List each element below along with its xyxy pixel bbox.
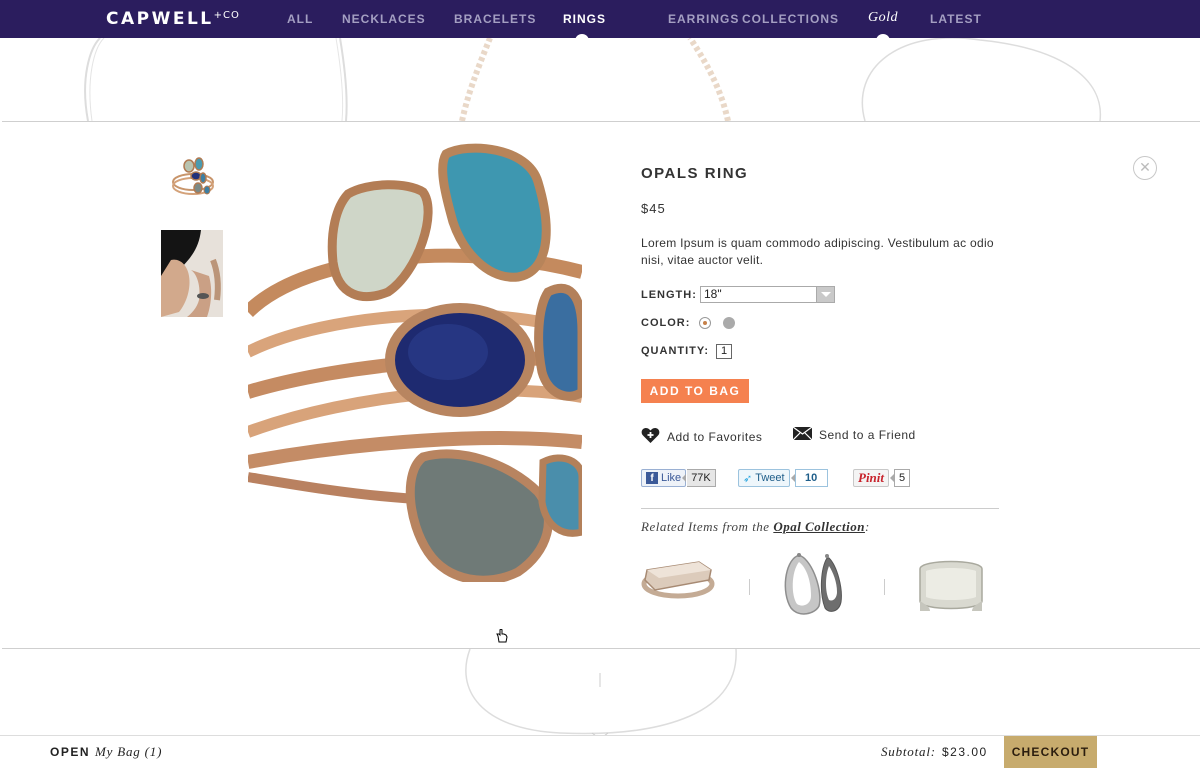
length-label: LENGTH: bbox=[641, 289, 697, 301]
length-select-value: 18" bbox=[704, 287, 722, 301]
product-quick-view: ✕ OPALS RING $45 Lorem Ipsum is quam com… bbox=[2, 121, 1200, 649]
related-suffix: : bbox=[864, 519, 870, 534]
pinterest-count: 5 bbox=[889, 469, 911, 487]
product-grid-background bbox=[0, 38, 1200, 121]
brand-suffix: +CO bbox=[213, 10, 240, 21]
product-title: OPALS RING bbox=[641, 165, 749, 182]
related-prefix: Related Items from the bbox=[641, 519, 774, 534]
page: CAPWELL+CO ALL NECKLACES BRACELETS RINGS… bbox=[0, 0, 1200, 768]
send-to-friend-link[interactable]: Send to a Friend bbox=[792, 426, 916, 443]
open-bag-button[interactable]: OPEN bbox=[50, 745, 90, 759]
facebook-icon: f bbox=[646, 472, 658, 484]
related-separator bbox=[884, 579, 885, 595]
envelope-icon bbox=[792, 426, 813, 443]
pinterest[interactable]: Pinit 5 bbox=[853, 468, 911, 488]
nav-item-rings[interactable]: RINGS bbox=[563, 12, 606, 26]
brand-logo[interactable]: CAPWELL+CO bbox=[106, 9, 240, 29]
product-grid-background-bottom bbox=[0, 649, 1200, 735]
tweet[interactable]: ➶ Tweet 10 bbox=[738, 468, 828, 488]
quantity-input[interactable]: 1 bbox=[716, 344, 732, 359]
related-items-heading: Related Items from the Opal Collection: bbox=[641, 519, 870, 535]
related-item-cuff[interactable] bbox=[916, 555, 986, 620]
quantity-label: QUANTITY: bbox=[641, 345, 710, 357]
pinterest-button[interactable]: Pinit bbox=[853, 469, 890, 487]
color-swatch-gold[interactable] bbox=[699, 317, 711, 329]
checkout-button[interactable]: CHECKOUT bbox=[1004, 736, 1097, 768]
heart-plus-icon bbox=[641, 427, 660, 447]
length-select[interactable]: 18" bbox=[700, 286, 835, 303]
necklace-image bbox=[465, 649, 737, 735]
nav-item-collections[interactable]: COLLECTIONS bbox=[742, 12, 839, 26]
product-main-image bbox=[248, 132, 582, 582]
related-separator bbox=[749, 579, 750, 595]
my-bag-label[interactable]: My Bag (1) bbox=[95, 744, 162, 760]
related-item-signet-ring[interactable] bbox=[641, 552, 715, 607]
nav-item-gold[interactable]: Gold bbox=[868, 10, 898, 26]
add-to-bag-button[interactable]: ADD TO BAG bbox=[641, 379, 749, 403]
nav-item-necklaces[interactable]: NECKLACES bbox=[342, 12, 426, 26]
top-nav: CAPWELL+CO ALL NECKLACES BRACELETS RINGS… bbox=[0, 0, 1200, 41]
add-to-favorites-label: Add to Favorites bbox=[667, 430, 763, 444]
thumbnail-ring[interactable] bbox=[162, 152, 224, 208]
nav-item-latest[interactable]: LATEST bbox=[930, 12, 982, 26]
tweet-label: Tweet bbox=[755, 472, 785, 484]
brand-name: CAPWELL bbox=[106, 9, 214, 29]
subtotal-label: Subtotal: bbox=[881, 744, 936, 759]
thumbnail-model[interactable] bbox=[161, 230, 223, 317]
subtotal-value: $23.00 bbox=[942, 745, 988, 759]
color-label: COLOR: bbox=[641, 317, 691, 329]
divider bbox=[641, 508, 999, 509]
close-button[interactable]: ✕ bbox=[1133, 156, 1157, 180]
shopping-bag-bar: OPEN My Bag (1) Subtotal: $23.00 CHECKOU… bbox=[0, 735, 1200, 768]
twitter-bird-icon: ➶ bbox=[743, 472, 753, 485]
product-description: Lorem Ipsum is quam commodo adipiscing. … bbox=[641, 236, 994, 267]
color-swatch-silver[interactable] bbox=[723, 317, 735, 329]
nav-item-all[interactable]: ALL bbox=[287, 12, 313, 26]
chevron-down-icon bbox=[816, 287, 834, 302]
add-to-favorites-link[interactable]: Add to Favorites bbox=[641, 427, 762, 447]
related-item-earrings[interactable] bbox=[781, 552, 843, 621]
facebook-like-count: 77K bbox=[682, 469, 716, 487]
tweet-count: 10 bbox=[790, 469, 828, 487]
hand-cursor-icon bbox=[496, 628, 508, 648]
facebook-like-button[interactable]: f Like bbox=[641, 469, 687, 487]
tweet-button[interactable]: ➶ Tweet bbox=[738, 469, 790, 487]
necklace-images bbox=[84, 38, 1102, 121]
product-price: $45 bbox=[641, 201, 666, 216]
opal-collection-link[interactable]: Opal Collection bbox=[773, 519, 865, 534]
send-to-friend-label: Send to a Friend bbox=[819, 428, 916, 442]
nav-item-earrings[interactable]: EARRINGS bbox=[668, 12, 739, 26]
facebook-like-label: Like bbox=[661, 472, 682, 484]
nav-item-bracelets[interactable]: BRACELETS bbox=[454, 12, 536, 26]
facebook-like[interactable]: f Like 77K bbox=[641, 468, 716, 488]
